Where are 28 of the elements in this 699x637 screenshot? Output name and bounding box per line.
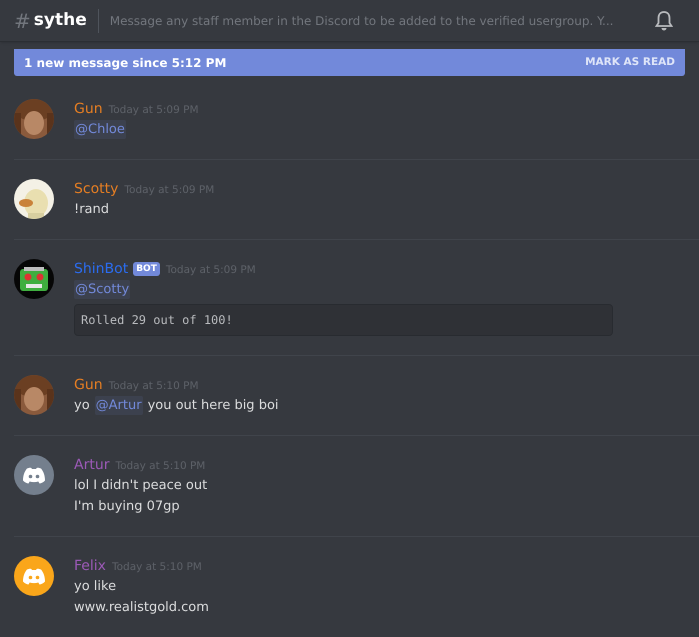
username[interactable]: Artur xyxy=(74,455,110,476)
hash-icon: # xyxy=(14,6,31,36)
avatar[interactable] xyxy=(14,556,54,596)
user-mention[interactable]: @Artur xyxy=(94,396,143,416)
message-text: you out here big boi xyxy=(148,396,279,415)
message-text: !rand xyxy=(74,200,110,219)
message-text: www.realistgold.com xyxy=(74,598,209,617)
username[interactable]: ShinBot xyxy=(74,259,128,280)
new-messages-notice: 1 new message since 5:12 PM xyxy=(24,54,226,72)
username[interactable]: Gun xyxy=(74,375,103,396)
controller-icon xyxy=(22,568,46,584)
message-text: I'm buying 07gp xyxy=(74,498,180,516)
message-text: yo like xyxy=(74,578,116,596)
avatar[interactable] xyxy=(14,455,54,495)
controller-icon xyxy=(22,466,46,484)
notification-bell-icon[interactable] xyxy=(655,10,673,30)
username[interactable]: Felix xyxy=(74,556,106,577)
code-block: Rolled 29 out of 100! xyxy=(74,304,613,336)
channel-name: sythe xyxy=(34,8,87,32)
message-text: lol I didn't peace out xyxy=(74,476,208,495)
user-mention[interactable]: @Chloe xyxy=(74,120,126,140)
username[interactable]: Gun xyxy=(74,99,103,120)
channel-topic: Message any staff member in the Discord to be added to the verified usergroup. Y... xyxy=(110,12,614,30)
message-text: yo xyxy=(74,396,90,415)
username[interactable]: Scotty xyxy=(74,179,118,200)
mark-as-read-button[interactable]: MARK AS READ xyxy=(585,54,675,70)
bot-badge: BOT xyxy=(133,262,160,276)
user-mention[interactable]: @Scotty xyxy=(74,280,130,300)
